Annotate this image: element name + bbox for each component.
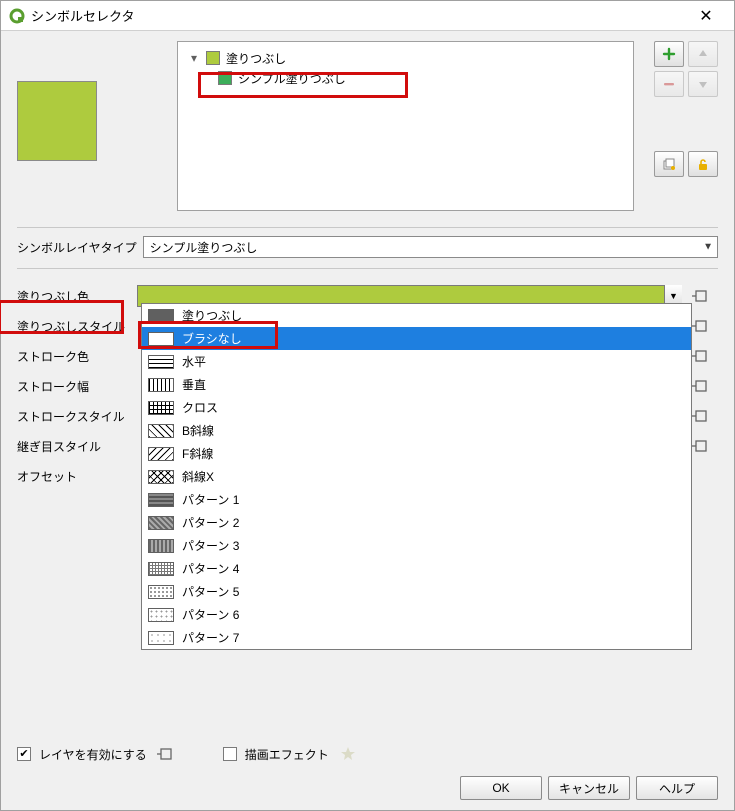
fill-style-option-label: パターン 1 [182,491,239,508]
symbol-layer-type-select[interactable]: シンプル塗りつぶし ▼ [143,236,718,258]
qgis-icon [9,8,25,24]
pattern-swatch-icon [148,608,174,622]
tree-child-label: シンプル塗りつぶし [238,70,346,87]
tree-toolbar [654,41,718,211]
fill-style-option[interactable]: ブラシなし [142,327,691,350]
fill-style-option[interactable]: パターン 2 [142,511,691,534]
symbol-preview [17,81,97,161]
pattern-swatch-icon [148,355,174,369]
pattern-swatch-icon [148,447,174,461]
pattern-swatch-icon [148,562,174,576]
fill-style-option-label: 水平 [182,353,206,370]
enable-layer-checkbox[interactable]: ✔ [17,747,31,761]
fill-style-option-label: B斜線 [182,422,214,439]
symbol-properties-form: 塗りつぶし色 ▼ 塗りつぶしスタイル ストローク色 [1,273,734,491]
lock-layer-button[interactable] [688,151,718,177]
fill-style-option-label: パターン 7 [182,629,239,646]
fill-style-dropdown[interactable]: 塗りつぶしブラシなし水平垂直クロス B斜線 F斜線斜線X パターン 1 パターン 2 パタ… [141,303,692,650]
pattern-swatch-icon [148,401,174,415]
symbol-layer-type-label: シンボルレイヤタイプ [17,239,137,256]
chevron-down-icon: ▼ [703,242,713,253]
symbol-layer-type-row: シンボルレイヤタイプ シンプル塗りつぶし ▼ [1,232,734,262]
fill-style-option-label: パターン 4 [182,560,239,577]
pattern-swatch-icon [148,309,174,323]
help-button[interactable]: ヘルプ [636,776,718,800]
tree-root-row[interactable]: ▾ 塗りつぶし [184,48,627,68]
preview-column [17,41,157,211]
divider [17,227,718,228]
window-title: シンボルセレクタ [31,6,686,25]
fill-style-option[interactable]: 水平 [142,350,691,373]
stroke-style-label: ストロークスタイル [17,408,137,425]
draw-effects-checkbox[interactable]: ✔ [223,747,237,761]
fill-style-option[interactable]: 垂直 [142,373,691,396]
fill-style-option[interactable]: 斜線X [142,465,691,488]
fill-style-option-label: 塗りつぶし [182,307,242,324]
pattern-swatch-icon [148,424,174,438]
fill-style-option-label: クロス [182,399,218,416]
fill-style-option-label: パターン 2 [182,514,239,531]
fill-swatch-icon [218,71,232,85]
pattern-swatch-icon [148,585,174,599]
stroke-color-label: ストローク色 [17,348,137,365]
fill-style-option-label: 斜線X [182,468,214,485]
tree-root-label: 塗りつぶし [226,50,286,67]
pattern-swatch-icon [148,539,174,553]
fill-style-option[interactable]: パターン 4 [142,557,691,580]
fill-style-option[interactable]: パターン 1 [142,488,691,511]
fill-style-option-label: F斜線 [182,445,213,462]
pattern-swatch-icon [148,631,174,645]
pattern-swatch-icon [148,516,174,530]
titlebar: シンボルセレクタ ✕ [1,1,734,31]
pattern-swatch-icon [148,493,174,507]
fill-style-option[interactable]: B斜線 [142,419,691,442]
enable-layer-label: レイヤを有効にする [39,746,147,763]
duplicate-layer-button[interactable] [654,151,684,177]
fill-style-option[interactable]: パターン 5 [142,580,691,603]
expand-collapse-icon[interactable]: ▾ [188,51,200,65]
fill-style-option[interactable]: クロス [142,396,691,419]
remove-layer-button[interactable] [654,71,684,97]
join-style-label: 継ぎ目スタイル [17,438,137,455]
fill-style-option-label: パターン 5 [182,583,239,600]
pattern-swatch-icon [148,470,174,484]
fill-style-option-label: パターン 6 [182,606,239,623]
fill-style-option-label: パターン 3 [182,537,239,554]
pattern-swatch-icon [148,332,174,346]
fill-color-label: 塗りつぶし色 [17,288,137,305]
close-button[interactable]: ✕ [686,1,726,31]
dialog-buttons: OK キャンセル ヘルプ [460,776,718,800]
footer-bar: ✔ レイヤを有効にする ✔ 描画エフェクト [1,740,734,768]
fill-style-option[interactable]: 塗りつぶし [142,304,691,327]
cancel-button[interactable]: キャンセル [548,776,630,800]
symbol-selector-dialog: シンボルセレクタ ✕ ▾ 塗りつぶし シンプル塗りつぶし [0,0,735,811]
symbol-layer-tree[interactable]: ▾ 塗りつぶし シンプル塗りつぶし [177,41,634,211]
upper-pane: ▾ 塗りつぶし シンプル塗りつぶし [1,31,734,221]
data-defined-override-button[interactable] [155,744,177,764]
move-up-button[interactable] [688,41,718,67]
fill-style-option[interactable]: パターン 6 [142,603,691,626]
fill-style-option-label: ブラシなし [182,330,242,347]
fill-style-option[interactable]: パターン 7 [142,626,691,649]
stroke-width-label: ストローク幅 [17,378,137,395]
move-down-button[interactable] [688,71,718,97]
offset-label: オフセット [17,468,137,485]
fill-style-option-label: 垂直 [182,376,206,393]
ok-button[interactable]: OK [460,776,542,800]
add-layer-button[interactable] [654,41,684,67]
symbol-layer-type-value: シンプル塗りつぶし [150,239,258,256]
fill-style-option[interactable]: F斜線 [142,442,691,465]
divider [17,268,718,269]
draw-effects-label: 描画エフェクト [245,746,329,763]
effects-settings-button[interactable] [337,744,359,764]
pattern-swatch-icon [148,378,174,392]
fill-swatch-icon [206,51,220,65]
fill-style-option[interactable]: パターン 3 [142,534,691,557]
tree-child-row[interactable]: シンプル塗りつぶし [184,68,627,88]
fill-style-label: 塗りつぶしスタイル [17,318,137,335]
